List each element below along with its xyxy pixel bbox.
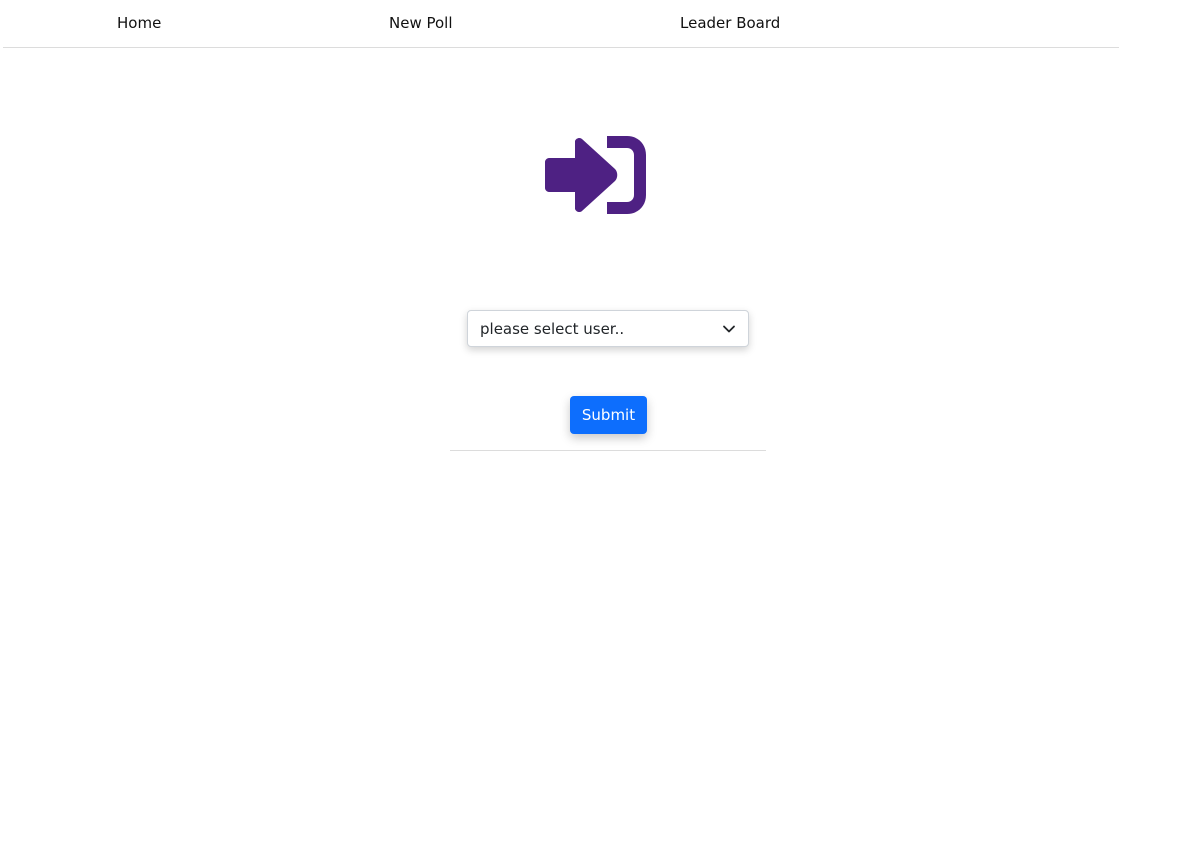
- nav-link-home[interactable]: Home: [117, 14, 161, 32]
- submit-button[interactable]: Submit: [570, 396, 647, 434]
- sign-in-icon: [545, 136, 646, 214]
- user-select[interactable]: please select user..: [467, 310, 749, 347]
- divider: [450, 450, 766, 451]
- nav-link-new-poll[interactable]: New Poll: [389, 14, 453, 32]
- user-select-value: please select user..: [480, 320, 625, 338]
- nav-link-leader-board[interactable]: Leader Board: [680, 14, 780, 32]
- top-navbar: Home New Poll Leader Board: [3, 0, 1119, 48]
- chevron-down-icon: [723, 325, 735, 333]
